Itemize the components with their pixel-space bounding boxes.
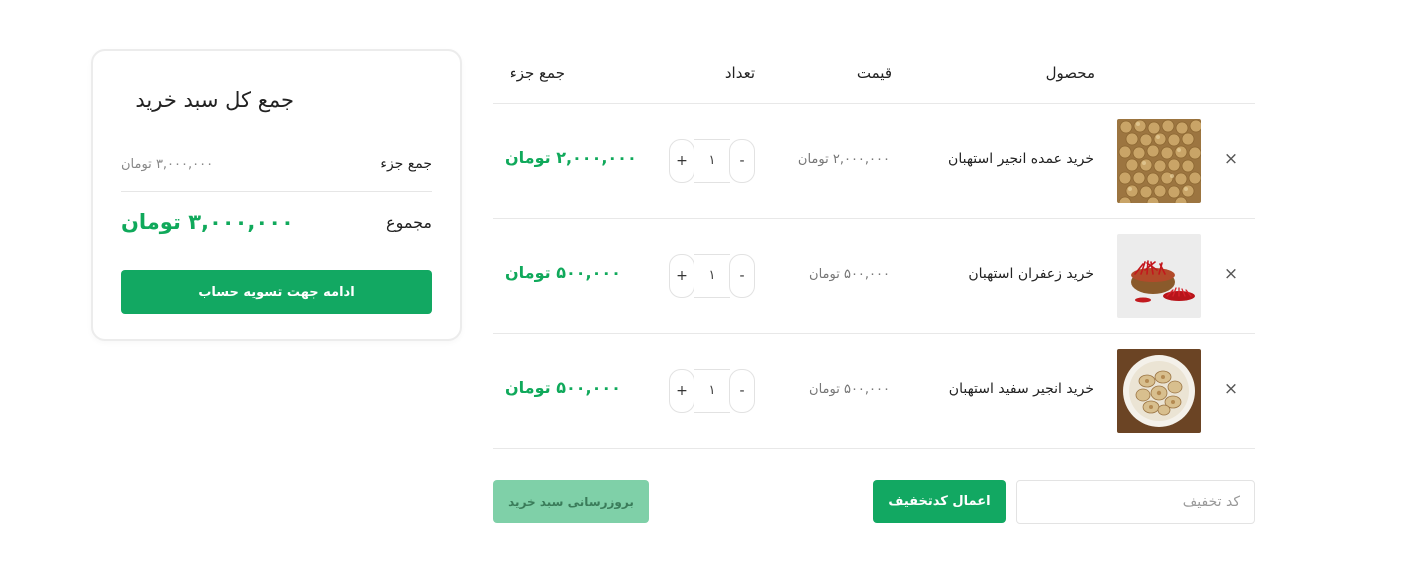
cart-totals-title: جمع کل سبد خرید [135,88,294,112]
product-name[interactable]: خرید زعفران استهبان [968,266,1094,282]
product-price: ۵۰۰,۰۰۰ تومان [809,267,890,282]
decrease-button[interactable]: - [729,369,755,413]
subtotal-label: جمع جزء [380,156,432,172]
apply-coupon-button[interactable]: اعمال کدتخفیف [873,480,1006,523]
quantity-input[interactable]: ۱ [694,369,730,413]
total-row: مجموع ۳,۰۰۰,۰۰۰ تومان [121,206,432,238]
row-total: ۵۰۰,۰۰۰ تومان [505,263,621,282]
increase-button[interactable]: + [669,139,695,183]
dried-figs-icon[interactable] [1117,119,1201,203]
row-total: ۲,۰۰۰,۰۰۰ تومان [505,148,637,167]
cart-row: × خرید زعفران استهبان ۵۰۰,۰۰۰ تومان + ۱ … [493,219,1255,334]
update-cart-button[interactable]: بروزرسانی سبد خرید [493,480,649,523]
decrease-button[interactable]: - [729,254,755,298]
quantity-stepper: + ۱ - [669,254,755,298]
white-figs-bowl-icon[interactable] [1117,349,1201,433]
cart-table-header: محصول قیمت تعداد جمع جزء [493,52,1255,104]
product-price: ۲,۰۰۰,۰۰۰ تومان [797,152,890,167]
quantity-input[interactable]: ۱ [694,139,730,183]
cart-table: محصول قیمت تعداد جمع جزء × خرید عمده انج… [493,52,1255,449]
subtotal-row: جمع جزء ۳,۰۰۰,۰۰۰ تومان [121,151,432,177]
quantity-stepper: + ۱ - [669,139,755,183]
remove-item-icon[interactable]: × [1221,379,1241,399]
product-name[interactable]: خرید انجیر سفید استهبان [949,381,1094,397]
saffron-icon[interactable] [1117,234,1201,318]
decrease-button[interactable]: - [729,139,755,183]
header-product: محصول [1045,64,1095,82]
coupon-code-input[interactable] [1016,480,1255,524]
header-quantity: تعداد [724,64,755,82]
product-price: ۵۰۰,۰۰۰ تومان [809,382,890,397]
cart-totals-card: جمع کل سبد خرید جمع جزء ۳,۰۰۰,۰۰۰ تومان … [91,49,462,341]
checkout-button[interactable]: ادامه جهت تسویه حساب [121,270,432,314]
product-name[interactable]: خرید عمده انجیر استهبان [948,151,1094,167]
remove-item-icon[interactable]: × [1221,149,1241,169]
total-value: ۳,۰۰۰,۰۰۰ تومان [121,210,294,234]
remove-item-icon[interactable]: × [1221,264,1241,284]
quantity-input[interactable]: ۱ [694,254,730,298]
summary-divider [121,191,432,192]
subtotal-value: ۳,۰۰۰,۰۰۰ تومان [121,156,214,172]
increase-button[interactable]: + [669,369,695,413]
row-total: ۵۰۰,۰۰۰ تومان [505,378,621,397]
cart-row: × خرید عمده انجیر استهبان ۲,۰۰۰,۰۰۰ توما… [493,104,1255,219]
header-price: قیمت [856,64,892,82]
increase-button[interactable]: + [669,254,695,298]
header-subtotal: جمع جزء [509,64,565,82]
quantity-stepper: + ۱ - [669,369,755,413]
total-label: مجموع [386,212,432,232]
cart-row: × خرید انجیر سفید استهبان ۵۰۰,۰۰۰ تومان … [493,334,1255,449]
